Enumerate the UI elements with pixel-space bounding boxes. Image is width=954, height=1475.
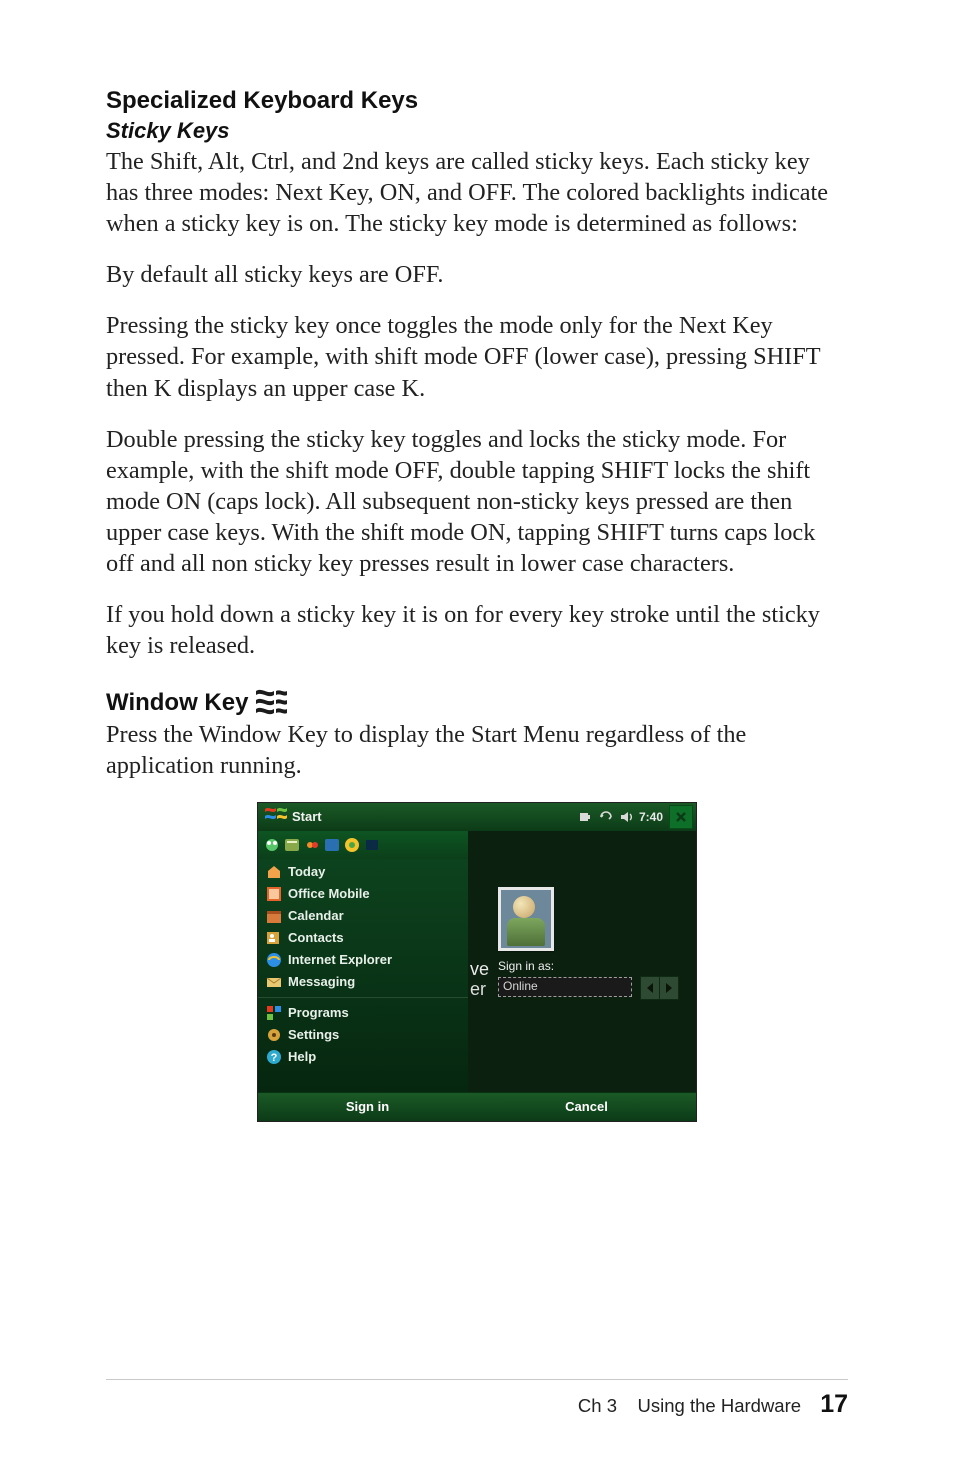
toolbar-icon[interactable] bbox=[284, 837, 300, 853]
menu-item-contacts[interactable]: Contacts bbox=[258, 927, 468, 949]
menu-item-calendar[interactable]: Calendar bbox=[258, 905, 468, 927]
content-pane: ve er Sign in as: Online bbox=[468, 831, 696, 1093]
paragraph-1: The Shift, Alt, Ctrl, and 2nd keys are c… bbox=[106, 146, 848, 239]
status-nav bbox=[640, 976, 679, 1000]
menu-item-programs[interactable]: Programs bbox=[258, 1002, 468, 1024]
menu-item-label: Internet Explorer bbox=[288, 952, 392, 967]
office-icon bbox=[266, 886, 282, 902]
signin-as-label: Sign in as: bbox=[498, 959, 554, 973]
toolbar-icon[interactable] bbox=[364, 837, 380, 853]
close-button[interactable] bbox=[669, 805, 693, 829]
partial-text-er: er bbox=[470, 979, 486, 1000]
clock: 7:40 bbox=[639, 810, 667, 824]
titlebar-title: Start bbox=[292, 809, 322, 824]
recent-programs-toolbar bbox=[258, 831, 468, 859]
avatar bbox=[498, 887, 554, 951]
toolbar-icon[interactable] bbox=[324, 837, 340, 853]
sync-icon bbox=[599, 810, 613, 824]
menu-separator bbox=[258, 997, 468, 998]
chevron-left-icon bbox=[646, 983, 654, 993]
page-footer: Ch 3 Using the Hardware 17 bbox=[106, 1379, 848, 1419]
menu-item-label: Settings bbox=[288, 1027, 339, 1042]
footer-chapter: Ch 3 bbox=[578, 1395, 617, 1416]
partial-text-ve: ve bbox=[470, 959, 489, 980]
menu-item-label: Contacts bbox=[288, 930, 344, 945]
svg-text:?: ? bbox=[271, 1052, 278, 1064]
menu-list: Today Office Mobile Calendar Contacts bbox=[258, 859, 468, 1068]
status-select[interactable]: Online bbox=[498, 977, 632, 997]
menu-item-label: Programs bbox=[288, 1005, 349, 1020]
programs-icon bbox=[266, 1005, 282, 1021]
paragraph-3: Pressing the sticky key once toggles the… bbox=[106, 310, 848, 403]
softkey-left[interactable]: Sign in bbox=[258, 1099, 477, 1114]
menu-item-label: Today bbox=[288, 864, 325, 879]
battery-icon bbox=[579, 810, 593, 824]
paragraph-4: Double pressing the sticky key toggles a… bbox=[106, 424, 848, 579]
start-menu: Today Office Mobile Calendar Contacts bbox=[258, 831, 469, 1093]
menu-item-help[interactable]: ? Help bbox=[258, 1046, 468, 1068]
heading-sticky-keys: Sticky Keys bbox=[106, 118, 848, 144]
status-next-button[interactable] bbox=[660, 976, 679, 1000]
heading-window-key: Window Key bbox=[106, 689, 248, 717]
help-icon: ? bbox=[266, 1049, 282, 1065]
toolbar-icon[interactable] bbox=[264, 837, 280, 853]
ie-icon bbox=[266, 952, 282, 968]
settings-icon bbox=[266, 1027, 282, 1043]
titlebar: Start 7:40 bbox=[258, 803, 696, 832]
paragraph-5: If you hold down a sticky key it is on f… bbox=[106, 599, 848, 661]
windows-flag-icon bbox=[254, 687, 288, 717]
menu-item-messaging[interactable]: Messaging bbox=[258, 971, 468, 993]
speaker-icon bbox=[619, 810, 633, 824]
windows-flag-icon bbox=[264, 807, 288, 827]
status-prev-button[interactable] bbox=[640, 976, 660, 1000]
menu-item-today[interactable]: Today bbox=[258, 861, 468, 883]
toolbar-icon[interactable] bbox=[304, 837, 320, 853]
footer-page-number: 17 bbox=[806, 1390, 848, 1418]
heading-window-key-row: Window Key bbox=[106, 687, 288, 717]
footer-title: Using the Hardware bbox=[638, 1395, 802, 1416]
menu-item-settings[interactable]: Settings bbox=[258, 1024, 468, 1046]
document-page: Specialized Keyboard Keys Sticky Keys Th… bbox=[0, 0, 954, 1475]
home-icon bbox=[266, 864, 282, 880]
menu-item-label: Office Mobile bbox=[288, 886, 370, 901]
status-icons: 7:40 bbox=[579, 810, 669, 824]
menu-item-internet-explorer[interactable]: Internet Explorer bbox=[258, 949, 468, 971]
paragraph-2: By default all sticky keys are OFF. bbox=[106, 259, 848, 290]
toolbar-icon[interactable] bbox=[344, 837, 360, 853]
menu-item-office-mobile[interactable]: Office Mobile bbox=[258, 883, 468, 905]
menu-item-label: Calendar bbox=[288, 908, 344, 923]
softkey-right[interactable]: Cancel bbox=[477, 1099, 696, 1114]
calendar-icon bbox=[266, 908, 282, 924]
messaging-icon bbox=[266, 974, 282, 990]
close-icon bbox=[675, 811, 687, 823]
contacts-icon bbox=[266, 930, 282, 946]
menu-item-label: Help bbox=[288, 1049, 316, 1064]
paragraph-6: Press the Window Key to display the Star… bbox=[106, 719, 848, 781]
screenshot-wrapper: Start 7:40 bbox=[106, 802, 848, 1122]
screenshot: Start 7:40 bbox=[257, 802, 697, 1122]
heading-specialized-keyboard-keys: Specialized Keyboard Keys bbox=[106, 86, 848, 116]
menu-item-label: Messaging bbox=[288, 974, 355, 989]
chevron-right-icon bbox=[665, 983, 673, 993]
softkey-bar: Sign in Cancel bbox=[258, 1092, 696, 1121]
